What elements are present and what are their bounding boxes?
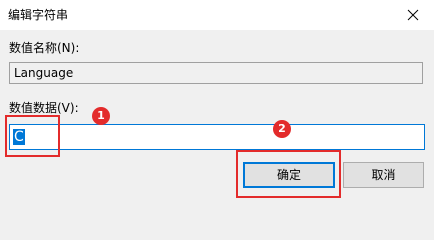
value-name-label: 数值名称(N): bbox=[9, 41, 80, 55]
value-name-field: Language bbox=[9, 62, 423, 84]
cancel-button-label: 取消 bbox=[371, 168, 396, 182]
annotation-box-1 bbox=[5, 115, 60, 157]
close-icon bbox=[407, 9, 419, 21]
annotation-marker-2: 2 bbox=[273, 120, 291, 138]
value-data-input[interactable]: C bbox=[9, 124, 425, 150]
value-name-text: Language bbox=[14, 66, 74, 80]
annotation-box-2 bbox=[236, 150, 341, 198]
close-button[interactable] bbox=[392, 0, 434, 30]
value-data-label: 数值数据(V): bbox=[9, 101, 79, 115]
title-bar: 编辑字符串 bbox=[0, 0, 434, 30]
annotation-marker-1: 1 bbox=[92, 107, 110, 125]
window-title: 编辑字符串 bbox=[8, 8, 69, 22]
cancel-button[interactable]: 取消 bbox=[343, 162, 424, 188]
